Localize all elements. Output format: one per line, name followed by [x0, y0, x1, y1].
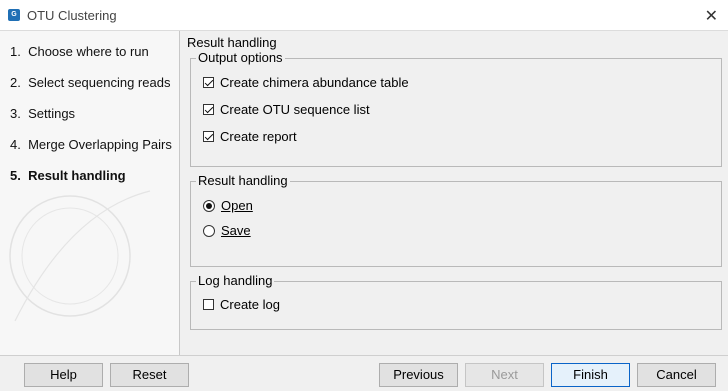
- save-radio-row[interactable]: Save: [203, 223, 251, 238]
- result-handling-group: Result handling Open Save: [190, 173, 722, 267]
- create-log-checkbox-row[interactable]: Create log: [203, 297, 280, 312]
- chimera-abundance-label: Create chimera abundance table: [220, 75, 409, 90]
- create-log-label: Create log: [220, 297, 280, 312]
- otu-sequence-list-checkbox-row[interactable]: Create OTU sequence list: [203, 102, 370, 117]
- save-label: Save: [221, 223, 251, 238]
- open-radio[interactable]: [203, 199, 215, 212]
- previous-button[interactable]: Previous: [379, 363, 458, 387]
- finish-button[interactable]: Finish: [551, 363, 630, 387]
- create-report-checkbox[interactable]: [203, 131, 214, 142]
- output-options-legend: Output options: [196, 50, 285, 65]
- page-title: Result handling: [187, 35, 277, 50]
- create-report-checkbox-row[interactable]: Create report: [203, 129, 297, 144]
- next-button[interactable]: Next: [465, 363, 544, 387]
- save-radio[interactable]: [203, 224, 215, 237]
- log-handling-legend: Log handling: [196, 273, 275, 288]
- wizard-steps-sidebar: 1. Choose where to run 2. Select sequenc…: [0, 31, 180, 355]
- reset-button[interactable]: Reset: [110, 363, 189, 387]
- create-log-checkbox[interactable]: [203, 299, 214, 310]
- window-title: OTU Clustering: [27, 8, 117, 23]
- app-icon: G: [8, 9, 20, 21]
- chimera-abundance-checkbox[interactable]: [203, 77, 214, 88]
- open-radio-row[interactable]: Open: [203, 198, 253, 213]
- step-choose-where-to-run: 1. Choose where to run: [10, 44, 149, 59]
- output-options-group: Output options Create chimera abundance …: [190, 50, 722, 167]
- title-bar: G OTU Clustering ✕: [0, 0, 728, 31]
- decorative-watermark: [9, 190, 151, 322]
- result-handling-legend: Result handling: [196, 173, 290, 188]
- help-button[interactable]: Help: [24, 363, 103, 387]
- step-merge-overlapping-pairs: 4. Merge Overlapping Pairs: [10, 137, 172, 152]
- main-panel: Result handling Output options Create ch…: [181, 31, 728, 355]
- footer-divider: [0, 355, 728, 356]
- step-settings: 3. Settings: [10, 106, 76, 121]
- close-icon[interactable]: ✕: [705, 6, 718, 26]
- otu-sequence-list-label: Create OTU sequence list: [220, 102, 370, 117]
- cancel-button[interactable]: Cancel: [637, 363, 716, 387]
- otu-sequence-list-checkbox[interactable]: [203, 104, 214, 115]
- chimera-abundance-checkbox-row[interactable]: Create chimera abundance table: [203, 75, 409, 90]
- create-report-label: Create report: [220, 129, 297, 144]
- step-select-sequencing-reads: 2. Select sequencing reads: [10, 75, 171, 90]
- open-label: Open: [221, 198, 253, 213]
- log-handling-group: Log handling Create log: [190, 273, 722, 330]
